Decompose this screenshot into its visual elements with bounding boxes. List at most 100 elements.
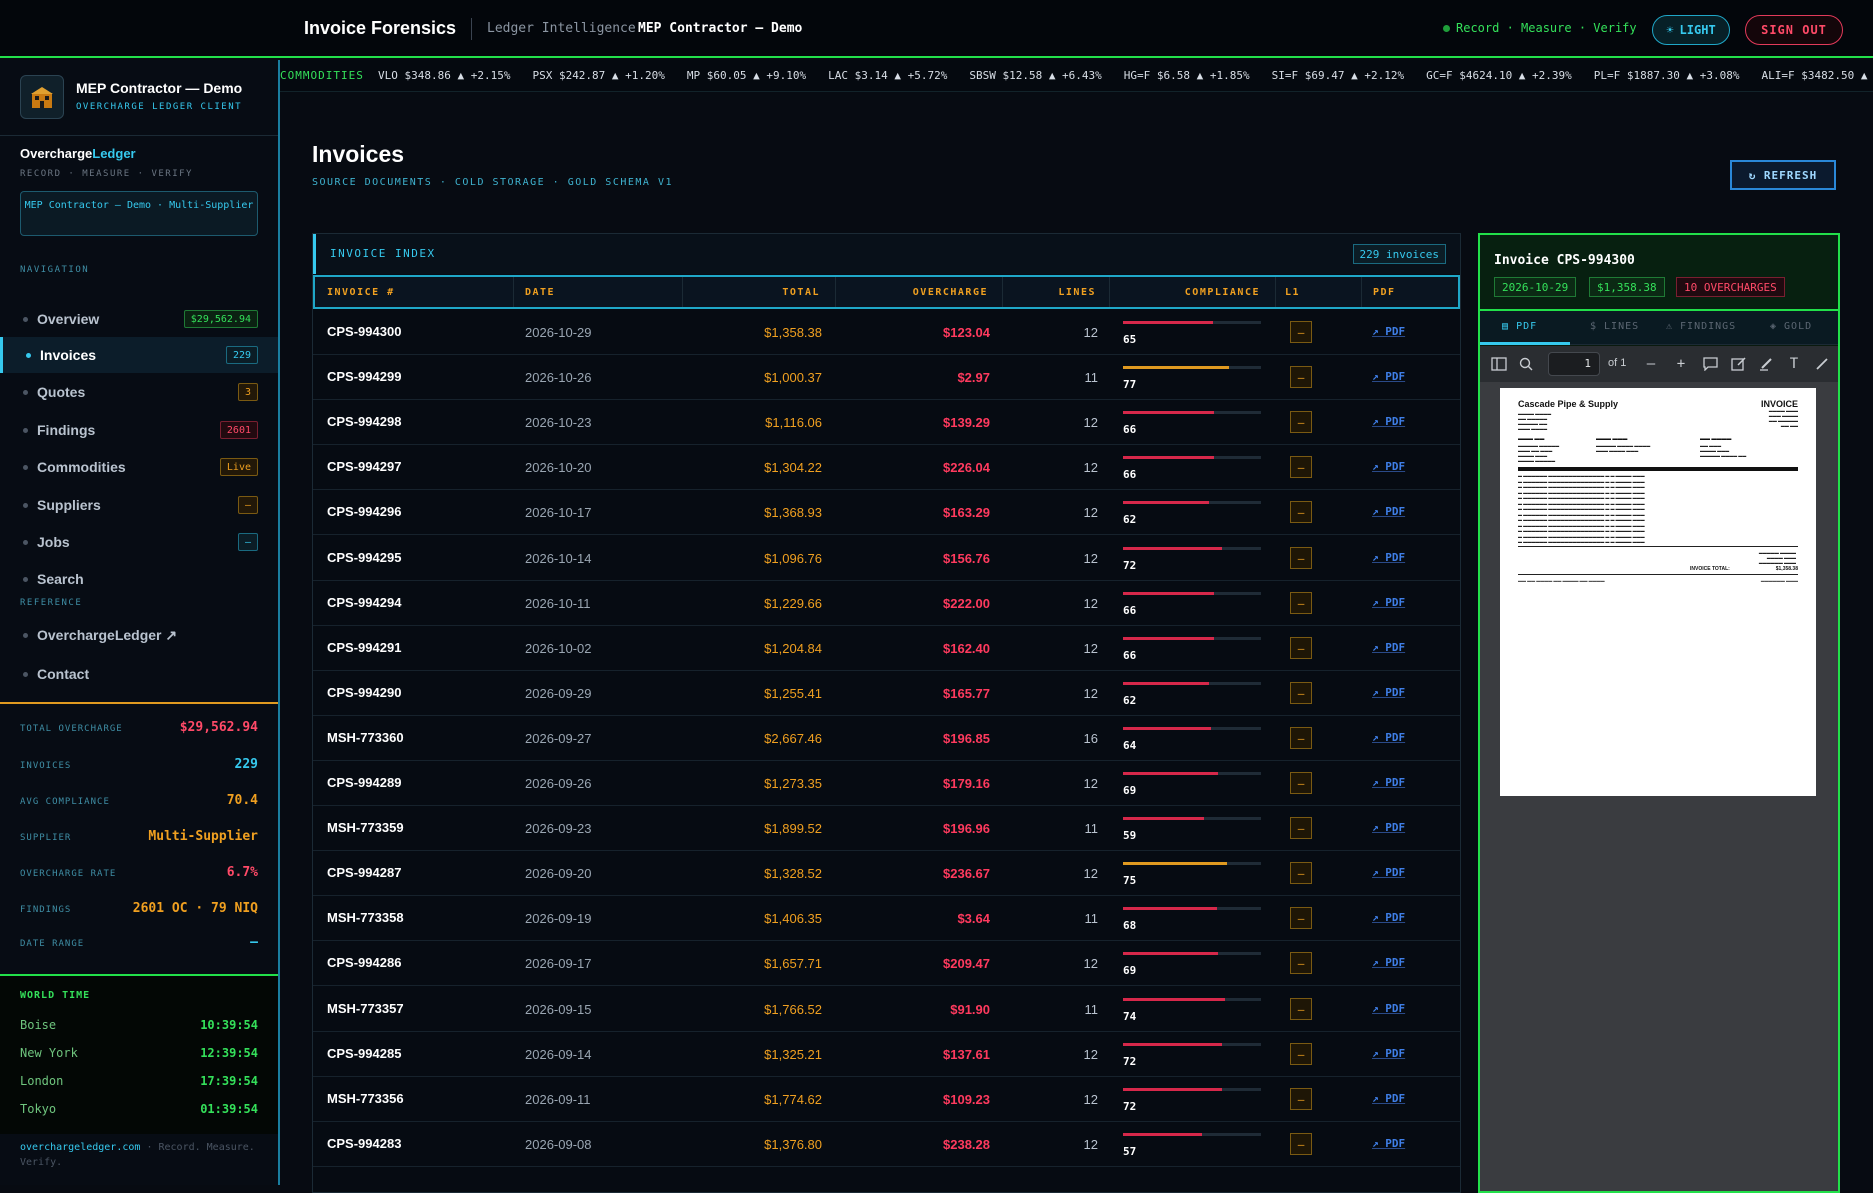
l1-status[interactable]: — bbox=[1290, 547, 1312, 569]
pdf-link[interactable]: ↗ PDF bbox=[1372, 460, 1405, 473]
sidebar-item-commodities[interactable]: Commodities Live bbox=[0, 449, 278, 485]
tab-lines[interactable]: $ LINES bbox=[1590, 321, 1639, 332]
l1-status[interactable]: — bbox=[1290, 1133, 1312, 1155]
l1-status[interactable]: — bbox=[1290, 1043, 1312, 1065]
tab-pdf[interactable]: ▤ PDF bbox=[1502, 321, 1537, 332]
table-row[interactable]: CPS-9942972026-10-20$1,304.22$226.041266… bbox=[313, 445, 1460, 490]
sidebar-item-invoices[interactable]: Invoices 229 bbox=[0, 337, 278, 373]
table-row[interactable]: CPS-9943002026-10-29$1,358.38$123.041265… bbox=[313, 310, 1460, 355]
pdf-link[interactable]: ↗ PDF bbox=[1372, 911, 1405, 924]
tab-findings[interactable]: ⚠ FINDINGS bbox=[1666, 321, 1736, 332]
l1-status[interactable]: — bbox=[1290, 907, 1312, 929]
pdf-link[interactable]: ↗ PDF bbox=[1372, 1047, 1405, 1060]
sign-out-button[interactable]: SIGN OUT bbox=[1745, 15, 1843, 45]
table-row[interactable]: CPS-9942852026-09-14$1,325.21$137.611272… bbox=[313, 1032, 1460, 1077]
l1-status[interactable]: — bbox=[1290, 456, 1312, 478]
pdf-canvas[interactable]: Cascade Pipe & Supply INVOICE ▬▬▬▬ ▬▬▬▬▬… bbox=[1480, 382, 1838, 1191]
table-row[interactable]: CPS-9942862026-09-17$1,657.71$209.471269… bbox=[313, 941, 1460, 986]
col-invoice[interactable]: INVOICE # bbox=[327, 287, 395, 298]
table-row[interactable]: CPS-9942952026-10-14$1,096.76$156.761272… bbox=[313, 536, 1460, 581]
col-overcharge[interactable]: OVERCHARGE bbox=[913, 287, 988, 298]
table-row[interactable]: CPS-9942902026-09-29$1,255.41$165.771262… bbox=[313, 671, 1460, 716]
zoom-out-icon[interactable]: — bbox=[1642, 355, 1660, 373]
pdf-link[interactable]: ↗ PDF bbox=[1372, 866, 1405, 879]
col-lines[interactable]: LINES bbox=[1058, 287, 1096, 298]
pdf-link[interactable]: ↗ PDF bbox=[1372, 731, 1405, 744]
l1-status[interactable]: — bbox=[1290, 952, 1312, 974]
l1-status[interactable]: — bbox=[1290, 862, 1312, 884]
l1-status[interactable]: — bbox=[1290, 321, 1312, 343]
table-row[interactable]: CPS-9942832026-09-08$1,376.80$238.281257… bbox=[313, 1122, 1460, 1167]
table-row[interactable]: MSH-7733572026-09-15$1,766.52$91.901174—… bbox=[313, 987, 1460, 1032]
text-icon[interactable]: T bbox=[1785, 355, 1803, 373]
table-row[interactable]: MSH-7733592026-09-23$1,899.52$196.961159… bbox=[313, 806, 1460, 851]
jobs-badge: — bbox=[238, 533, 258, 551]
l1-status[interactable]: — bbox=[1290, 592, 1312, 614]
l1-status[interactable]: — bbox=[1290, 637, 1312, 659]
l1-status[interactable]: — bbox=[1290, 772, 1312, 794]
pdf-link[interactable]: ↗ PDF bbox=[1372, 686, 1405, 699]
table-row[interactable]: MSH-7733562026-09-11$1,774.62$109.231272… bbox=[313, 1077, 1460, 1122]
refresh-button[interactable]: ↻ REFRESH bbox=[1730, 160, 1836, 190]
pdf-link[interactable]: ↗ PDF bbox=[1372, 1092, 1405, 1105]
l1-status[interactable]: — bbox=[1290, 501, 1312, 523]
pdf-link[interactable]: ↗ PDF bbox=[1372, 641, 1405, 654]
table-row[interactable]: CPS-9942872026-09-20$1,328.52$236.671275… bbox=[313, 851, 1460, 896]
pdf-link[interactable]: ↗ PDF bbox=[1372, 1137, 1405, 1150]
pdf-link[interactable]: ↗ PDF bbox=[1372, 370, 1405, 383]
col-compliance[interactable]: COMPLIANCE bbox=[1185, 287, 1260, 298]
col-date[interactable]: DATE bbox=[525, 287, 555, 298]
edit-image-icon[interactable] bbox=[1729, 355, 1747, 373]
sidebar-item-search[interactable]: Search bbox=[0, 561, 278, 597]
pdf-link[interactable]: ↗ PDF bbox=[1372, 596, 1405, 609]
pdf-link[interactable]: ↗ PDF bbox=[1372, 505, 1405, 518]
table-row[interactable]: CPS-9942892026-09-26$1,273.35$179.161269… bbox=[313, 761, 1460, 806]
sidebar-item-contact[interactable]: Contact bbox=[0, 656, 278, 692]
sidebar-item-jobs[interactable]: Jobs — bbox=[0, 524, 278, 560]
sidebar-item-overchargeledger-link[interactable]: OverchargeLedger ↗ bbox=[0, 617, 278, 653]
table-row[interactable]: CPS-9942912026-10-02$1,204.84$162.401266… bbox=[313, 626, 1460, 671]
search-icon[interactable] bbox=[1517, 355, 1535, 373]
sidebar-item-overview[interactable]: Overview $29,562.94 bbox=[0, 301, 278, 337]
pdf-link[interactable]: ↗ PDF bbox=[1372, 776, 1405, 789]
pdf-link[interactable]: ↗ PDF bbox=[1372, 956, 1405, 969]
pdf-link[interactable]: ↗ PDF bbox=[1372, 415, 1405, 428]
sidebar-item-suppliers[interactable]: Suppliers — bbox=[0, 487, 278, 523]
compliance-bar-fill bbox=[1123, 998, 1225, 1001]
theme-toggle-button[interactable]: ☀ LIGHT bbox=[1652, 15, 1730, 45]
table-row[interactable]: CPS-9942992026-10-26$1,000.37$2.971177—↗… bbox=[313, 355, 1460, 400]
tab-gold[interactable]: ◈ GOLD bbox=[1770, 321, 1812, 332]
l1-status[interactable]: — bbox=[1290, 682, 1312, 704]
sidebar-item-findings[interactable]: Findings 2601 bbox=[0, 412, 278, 448]
sidebar-item-quotes[interactable]: Quotes 3 bbox=[0, 374, 278, 410]
l1-status[interactable]: — bbox=[1290, 998, 1312, 1020]
table-row[interactable]: MSH-7733582026-09-19$1,406.35$3.641168—↗… bbox=[313, 896, 1460, 941]
zoom-in-icon[interactable]: + bbox=[1672, 355, 1690, 373]
comment-icon[interactable] bbox=[1701, 355, 1719, 373]
compliance-score: 77 bbox=[1123, 378, 1136, 391]
page-number-input[interactable]: 1 bbox=[1548, 352, 1600, 376]
table-row[interactable]: CPS-9942962026-10-17$1,368.93$163.291262… bbox=[313, 490, 1460, 535]
table-row[interactable]: CPS-9942982026-10-23$1,116.06$139.291266… bbox=[313, 400, 1460, 445]
table-row[interactable]: MSH-7733602026-09-27$2,667.46$196.851664… bbox=[313, 716, 1460, 761]
col-total[interactable]: TOTAL bbox=[782, 287, 820, 298]
highlight-icon[interactable] bbox=[1757, 355, 1775, 373]
l1-status[interactable]: — bbox=[1290, 1088, 1312, 1110]
col-l1[interactable]: L1 bbox=[1285, 287, 1300, 298]
draw-icon[interactable] bbox=[1813, 355, 1831, 373]
l1-status[interactable]: — bbox=[1290, 817, 1312, 839]
pdf-link[interactable]: ↗ PDF bbox=[1372, 551, 1405, 564]
l1-status[interactable]: — bbox=[1290, 366, 1312, 388]
col-pdf[interactable]: PDF bbox=[1373, 287, 1396, 298]
client-selector[interactable]: MEP Contractor — Demo · Multi-Supplier bbox=[20, 191, 258, 236]
l1-status[interactable]: — bbox=[1290, 411, 1312, 433]
l1-status[interactable]: — bbox=[1290, 727, 1312, 749]
doc-line-item: ▬ ▬▬▬▬▬▬ ▬▬▬▬▬▬▬▬▬▬▬▬▬▬ ▬ ▬ ▬▬▬▬ ▬▬▬ bbox=[1518, 512, 1798, 517]
table-row[interactable]: CPS-9942942026-10-11$1,229.66$222.001266… bbox=[313, 581, 1460, 626]
invoice-date: 2026-09-08 bbox=[525, 1137, 592, 1152]
pdf-link[interactable]: ↗ PDF bbox=[1372, 325, 1405, 338]
pdf-link[interactable]: ↗ PDF bbox=[1372, 821, 1405, 834]
pdf-link[interactable]: ↗ PDF bbox=[1372, 1002, 1405, 1015]
sidebar-toggle-icon[interactable] bbox=[1490, 355, 1508, 373]
footer-link[interactable]: overchargeledger.com bbox=[20, 1142, 140, 1153]
